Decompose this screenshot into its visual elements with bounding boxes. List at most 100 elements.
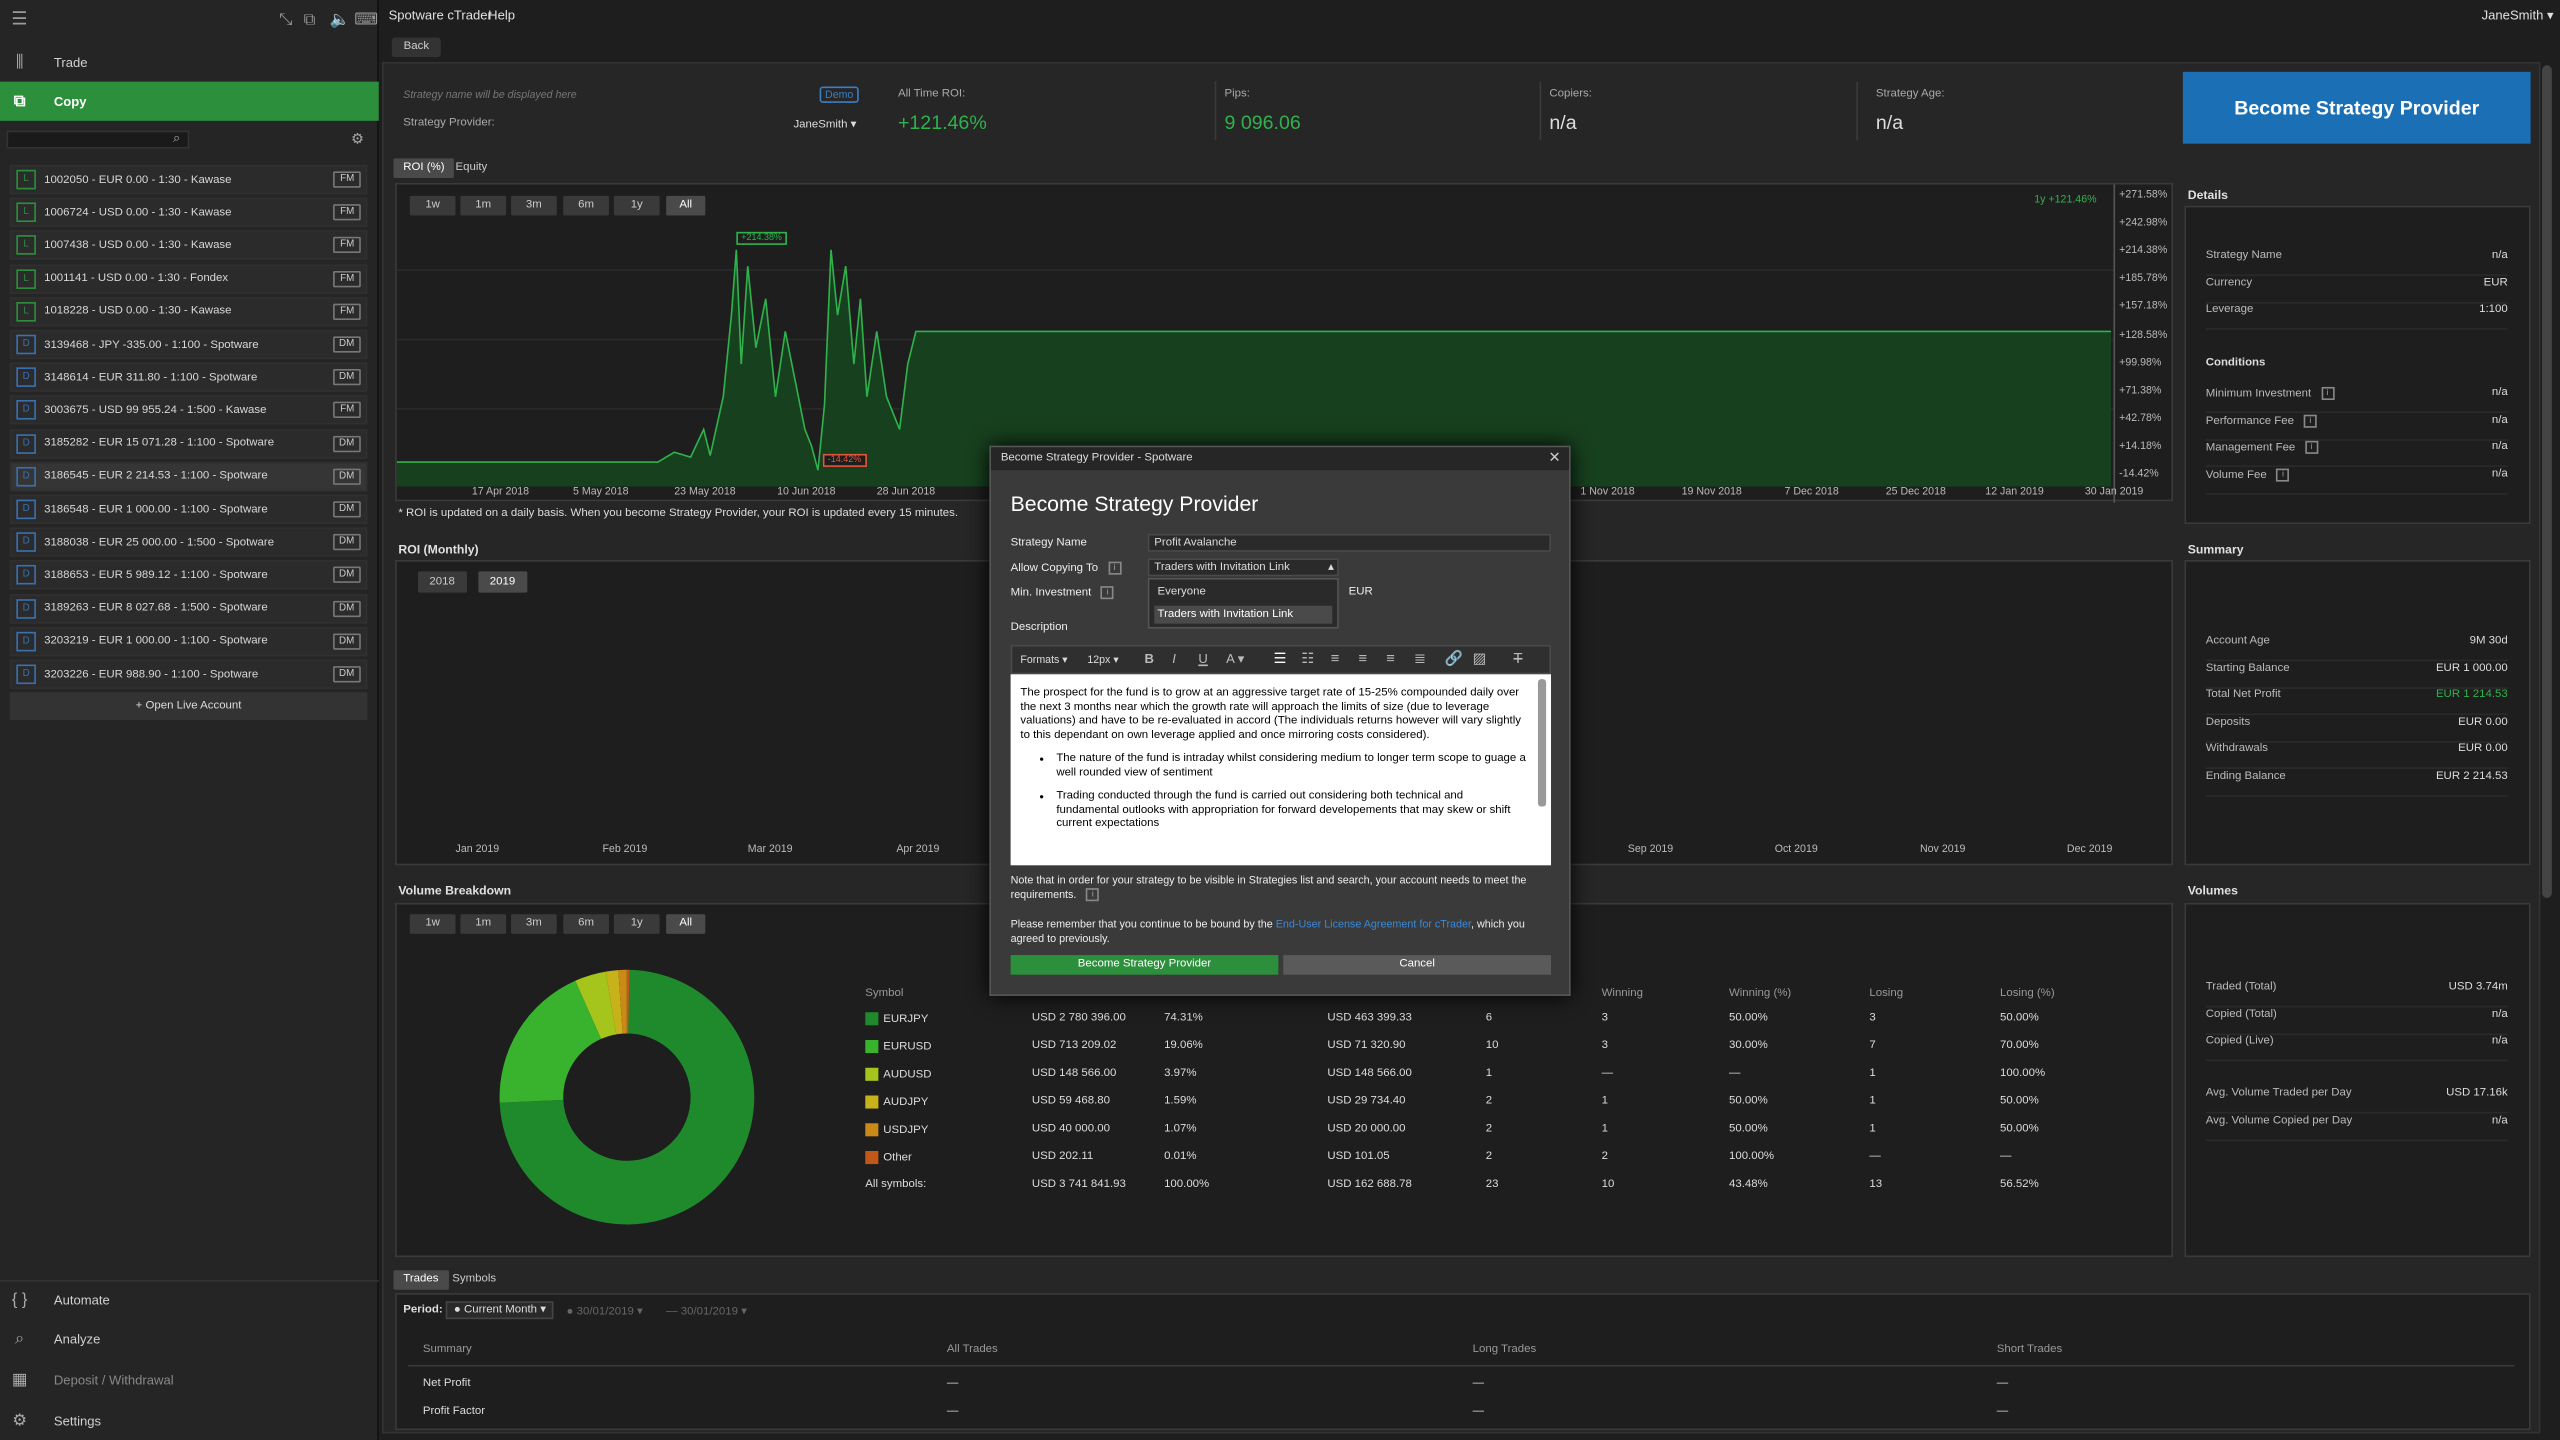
sound-icon[interactable]: 🔈 — [330, 11, 350, 29]
strategy-name-input[interactable]: Profit Avalanche — [1147, 533, 1552, 552]
image-icon[interactable]: ▨ — [1473, 650, 1487, 668]
align-right-icon[interactable]: ≡ — [1386, 650, 1395, 666]
option-everyone[interactable]: Everyone — [1158, 586, 1206, 597]
nav-deposit-withdrawal[interactable]: ▦ Deposit / Withdrawal — [0, 1360, 379, 1399]
cell-w: 2 — [1601, 1151, 1609, 1163]
search-icon[interactable]: ⌕ — [173, 131, 180, 147]
text-color-icon[interactable]: A ▾ — [1226, 651, 1244, 666]
open-live-account-button[interactable]: + Open Live Account — [9, 692, 368, 720]
date-from[interactable]: ● 30/01/2019 ▾ — [567, 1304, 643, 1317]
info-icon[interactable]: i — [2320, 386, 2335, 400]
range-6m[interactable]: 6m — [563, 195, 609, 216]
font-size-dropdown[interactable]: 12px ▾ — [1087, 653, 1118, 666]
nav-settings[interactable]: ⚙ Settings — [0, 1401, 379, 1440]
range-1w[interactable]: 1w — [409, 914, 456, 934]
range-All[interactable]: All — [666, 914, 706, 934]
account-row[interactable]: D 3188653 - EUR 5 989.12 - 1:100 - Spotwa… — [9, 560, 368, 591]
allow-copying-select[interactable]: Traders with Invitation Link ▴ — [1147, 558, 1339, 577]
user-menu[interactable]: JaneSmith ▾ — [2482, 8, 2554, 23]
align-center-icon[interactable]: ≡ — [1358, 650, 1367, 666]
year-2018[interactable]: 2018 — [417, 571, 467, 593]
range-1m[interactable]: 1m — [460, 195, 507, 216]
nav-trade[interactable]: ⫼ Trade — [0, 42, 379, 81]
date-to[interactable]: — 30/01/2019 ▾ — [666, 1304, 747, 1317]
numbered-list-icon[interactable]: ☷ — [1301, 650, 1314, 668]
range-3m[interactable]: 3m — [511, 914, 557, 934]
account-row[interactable]: L 1018228 - USD 0.00 - 1:30 - Kawase FM — [9, 296, 368, 327]
gear-icon[interactable]: ⚙ — [351, 131, 364, 149]
cell-lp: 50.00% — [1999, 1123, 2039, 1135]
account-row[interactable]: D 3003675 - USD 99 955.24 - 1:500 - Kawas… — [9, 395, 368, 426]
roi-label: All Time ROI: — [897, 88, 966, 100]
account-row[interactable]: D 3185282 - EUR 15 071.28 - 1:100 - Spotw… — [9, 428, 368, 459]
window-icon[interactable]: ⧉ — [304, 11, 316, 29]
info-icon[interactable]: i — [1101, 586, 1115, 600]
keyboard-icon[interactable]: ⌨ — [354, 11, 378, 29]
cell-wp: 50.00% — [1728, 1123, 1768, 1135]
hamburger-icon[interactable]: ☰ — [11, 8, 27, 30]
range-1w[interactable]: 1w — [409, 195, 456, 216]
range-3m[interactable]: 3m — [511, 195, 557, 216]
account-row[interactable]: L 1001141 - USD 0.00 - 1:30 - Fondex FM — [9, 263, 368, 294]
y-tick-label: +128.58% — [2119, 328, 2168, 341]
range-1y[interactable]: 1y — [613, 914, 660, 934]
app-title[interactable]: Spotware cTrader — [389, 8, 492, 23]
back-button[interactable]: Back — [391, 37, 441, 58]
info-icon[interactable]: i — [2303, 413, 2317, 427]
bullet-list-icon[interactable]: ☰ — [1273, 650, 1286, 668]
tab-trades[interactable]: Trades — [393, 1270, 449, 1290]
italic-icon[interactable]: I — [1172, 651, 1176, 666]
tab-equity[interactable]: Equity — [446, 158, 497, 178]
info-icon[interactable]: i — [1107, 561, 1121, 575]
become-strategy-provider-button[interactable]: Become Strategy Provider — [2182, 71, 2531, 144]
editor-scrollbar[interactable] — [1537, 679, 1547, 807]
account-row[interactable]: L 1002050 - EUR 0.00 - 1:30 - Kawase FM — [9, 164, 368, 195]
cancel-button[interactable]: Cancel — [1283, 955, 1552, 975]
summary-value: EUR 1 214.53 — [2435, 688, 2508, 701]
align-left-icon[interactable]: ≡ — [1331, 650, 1340, 666]
nav-analyze[interactable]: ⌕ Analyze — [0, 1319, 379, 1358]
range-All[interactable]: All — [666, 195, 706, 216]
account-row[interactable]: L 1006724 - USD 0.00 - 1:30 - Kawase FM — [9, 197, 368, 228]
clear-format-icon[interactable]: T — [1513, 650, 1522, 666]
description-editor[interactable]: The prospect for the fund is to grow at … — [1010, 674, 1552, 866]
account-row[interactable]: D 3188038 - EUR 25 000.00 - 1:500 - Spotw… — [9, 527, 368, 558]
nav-automate[interactable]: { } Automate — [0, 1279, 379, 1319]
account-row[interactable]: D 3186545 - EUR 2 214.53 - 1:100 - Spotwa… — [9, 461, 368, 492]
info-icon[interactable]: i — [1086, 888, 1100, 902]
link-icon[interactable]: 🔗 — [1445, 650, 1463, 668]
help-menu[interactable]: Help — [488, 8, 515, 23]
account-row[interactable]: D 3189263 - EUR 8 027.68 - 1:500 - Spotwa… — [9, 593, 368, 624]
formats-dropdown[interactable]: Formats ▾ — [1020, 653, 1067, 666]
nav-copy[interactable]: ⧉ Copy — [0, 81, 379, 121]
account-row[interactable]: D 3203219 - EUR 1 000.00 - 1:100 - Spotwa… — [9, 626, 368, 656]
year-2019[interactable]: 2019 — [478, 571, 527, 593]
account-row[interactable]: L 1007438 - USD 0.00 - 1:30 - Kawase FM — [9, 230, 368, 261]
period-select[interactable]: ● Current Month ▾ — [445, 1301, 555, 1320]
account-type-badge: L — [16, 169, 36, 190]
tab-symbols[interactable]: Symbols — [442, 1270, 505, 1290]
account-row[interactable]: D 3139468 - JPY -335.00 - 1:100 - Spotwar… — [9, 329, 368, 360]
account-row[interactable]: D 3186548 - EUR 1 000.00 - 1:100 - Spotwa… — [9, 494, 368, 525]
account-row[interactable]: D 3148614 - EUR 311.80 - 1:100 - Spotware… — [9, 362, 368, 393]
justify-icon[interactable]: ≣ — [1414, 650, 1426, 668]
eula-link[interactable]: End-User License Agreement for cTrader — [1276, 919, 1471, 930]
range-1y[interactable]: 1y — [613, 195, 660, 216]
range-1m[interactable]: 1m — [460, 914, 507, 934]
trades-cell: — — [1996, 1405, 2009, 1418]
main-scrollbar[interactable] — [2542, 65, 2552, 898]
cell-v2: USD 148 566.00 — [1327, 1067, 1412, 1080]
range-6m[interactable]: 6m — [563, 914, 609, 934]
collapse-icon[interactable]: ⤡ — [279, 11, 292, 29]
confirm-become-provider-button[interactable]: Become Strategy Provider — [1010, 955, 1279, 975]
bold-icon[interactable]: B — [1144, 651, 1153, 666]
info-icon[interactable]: i — [2305, 440, 2319, 454]
option-invitation-link[interactable]: Traders with Invitation Link — [1154, 605, 1333, 624]
account-row[interactable]: D 3203226 - EUR 988.90 - 1:100 - Spotware… — [9, 659, 368, 689]
close-icon[interactable]: ✕ — [1548, 449, 1560, 467]
info-icon[interactable]: i — [2276, 467, 2290, 481]
account-search-input[interactable] — [6, 130, 190, 149]
strategy-provider-select[interactable]: JaneSmith ▾ — [793, 118, 856, 130]
underline-icon[interactable]: U — [1198, 651, 1207, 666]
account-mode-badge: FM — [333, 237, 361, 254]
